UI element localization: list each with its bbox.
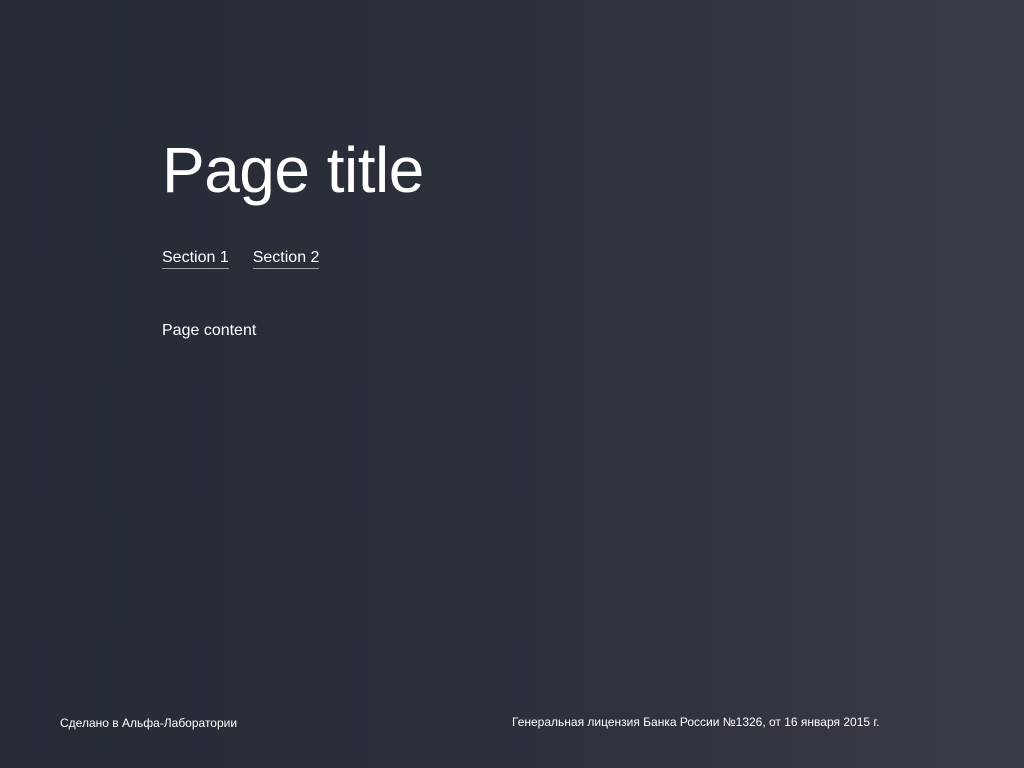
page-title: Page title	[162, 134, 424, 206]
tab-section-2[interactable]: Section 2	[252, 248, 320, 269]
footer-license: Генеральная лицензия Банка России №1326,…	[512, 715, 880, 729]
tab-section-1[interactable]: Section 1	[162, 248, 229, 269]
footer-credit: Сделано в Альфа-Лаборатории	[60, 716, 238, 730]
page: Page title Section 1 Section 2 Page cont…	[0, 0, 1024, 768]
section-tabs: Section 1 Section 2	[162, 248, 320, 269]
page-content: Page content	[162, 322, 257, 339]
